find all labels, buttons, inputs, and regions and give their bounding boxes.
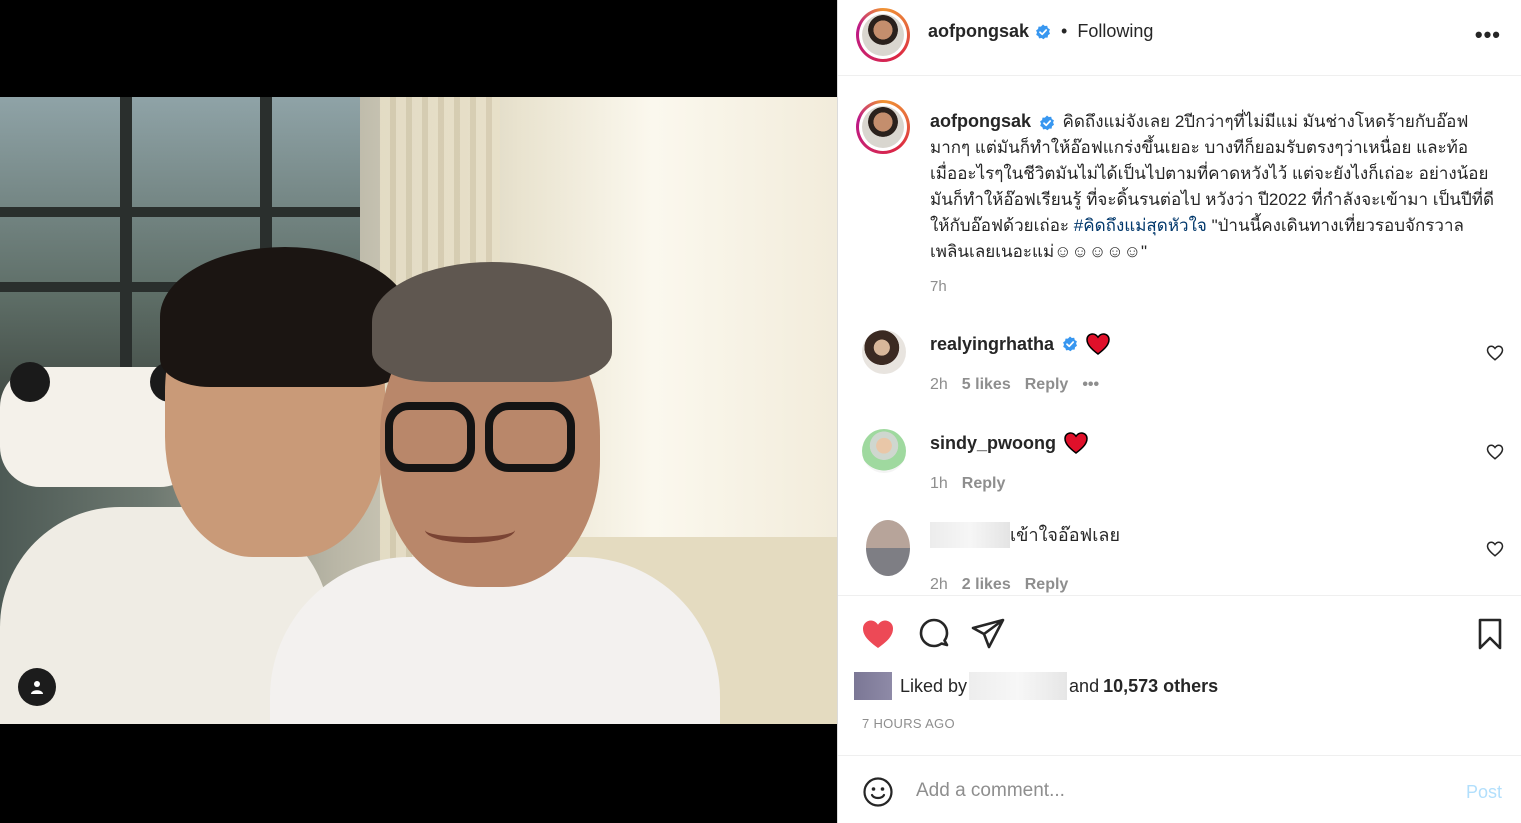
redacted-username [930,521,1010,548]
post-timestamp[interactable]: 7 HOURS AGO [862,716,955,731]
like-heart-filled-icon[interactable] [860,616,896,652]
comment-meta: 2h 5 likes Reply ••• [930,376,1099,394]
red-heart-emoji-icon [1086,333,1110,355]
liker-avatar[interactable] [854,672,892,700]
comment-likes-count[interactable]: 5 likes [962,376,1011,394]
caption-author-avatar[interactable] [856,100,910,154]
post-header: aofpongsak • Following ••• [838,0,1521,76]
comment-line: เข้าใจอ๊อฟเลย [930,520,1120,549]
photo-person-woman [372,262,612,382]
share-paper-plane-icon[interactable] [970,616,1006,652]
comment-item: เข้าใจอ๊อฟเลย 2h 2 likes Reply [838,520,1521,595]
comment-username[interactable]: sindy_pwoong [930,433,1056,454]
comment-item: realyingrhatha 2h 5 likes Reply ••• [838,330,1521,420]
comment-time[interactable]: 2h [930,576,948,594]
comment-line: realyingrhatha [930,333,1110,355]
post-media-panel [0,0,837,823]
comment-meta: 2h 2 likes Reply [930,576,1068,594]
comment-username[interactable]: realyingrhatha [930,334,1054,355]
comment-item: sindy_pwoong 1h Reply [838,429,1521,519]
post-actions: Liked by and 10,573 others 7 HOURS AGO [838,595,1521,755]
likes-summary: Liked by and 10,573 others [854,672,1218,700]
post-caption: aofpongsak คิดถึงแม่จังเลย 2ปีกว่าๆที่ไม… [930,108,1498,265]
comment-more-button[interactable]: ••• [1082,376,1099,394]
caption-time[interactable]: 7h [930,278,947,295]
like-comment-heart-icon[interactable] [1486,540,1504,558]
comment-likes-count[interactable]: 2 likes [962,576,1011,594]
post-photo[interactable] [0,97,837,724]
comment-time[interactable]: 1h [930,475,948,493]
tagged-users-button[interactable] [18,668,56,706]
comment-time[interactable]: 2h [930,376,948,394]
follow-status-button[interactable]: Following [1077,21,1153,42]
separator-dot: • [1061,21,1068,41]
like-comment-heart-icon[interactable] [1486,443,1504,461]
photo-pillow [10,362,50,402]
likes-count-link[interactable]: 10,573 others [1103,676,1218,697]
comment-text: เข้าใจอ๊อฟเลย [1010,525,1120,545]
bookmark-save-icon[interactable] [1472,616,1508,652]
post-details-panel: aofpongsak • Following ••• aofpongsak คิ… [837,0,1521,823]
author-avatar[interactable] [856,8,910,62]
commenter-avatar[interactable] [862,330,906,374]
emoji-smiley-icon[interactable] [862,776,894,808]
comment-bubble-icon[interactable] [916,616,952,652]
photo-frame [0,207,360,217]
add-comment-bar: Post [838,755,1521,823]
post-comment-button[interactable]: Post [1466,782,1502,803]
caption-hashtag-link[interactable]: #คิดถึงแม่สุดหัวใจ [1074,216,1207,235]
comment-reply-button[interactable]: Reply [1025,576,1069,594]
comment-reply-button[interactable]: Reply [1025,376,1069,394]
photo-glasses [385,402,585,482]
add-comment-input[interactable] [916,776,1436,806]
author-info: aofpongsak • Following [928,21,1153,42]
commenter-avatar[interactable] [866,520,910,576]
red-heart-emoji-icon [1064,432,1088,454]
verified-badge-icon [1039,115,1054,130]
comments-section[interactable]: aofpongsak คิดถึงแม่จังเลย 2ปีกว่าๆที่ไม… [838,76,1521,595]
more-options-button[interactable]: ••• [1475,22,1501,48]
user-icon [31,681,43,694]
verified-badge-icon [1063,336,1078,352]
caption-username[interactable]: aofpongsak [930,111,1031,131]
liked-and-label: and [1069,675,1100,696]
comment-meta: 1h Reply [930,475,1005,493]
commenter-avatar[interactable] [862,429,906,473]
redacted-liker-name [969,672,1068,700]
author-username[interactable]: aofpongsak [928,21,1029,42]
verified-badge-icon [1036,24,1051,39]
liked-by-label: Liked by [900,675,968,696]
like-comment-heart-icon[interactable] [1486,344,1504,362]
photo-smile [425,517,515,543]
comment-reply-button[interactable]: Reply [962,475,1006,493]
comment-line: sindy_pwoong [930,432,1088,454]
